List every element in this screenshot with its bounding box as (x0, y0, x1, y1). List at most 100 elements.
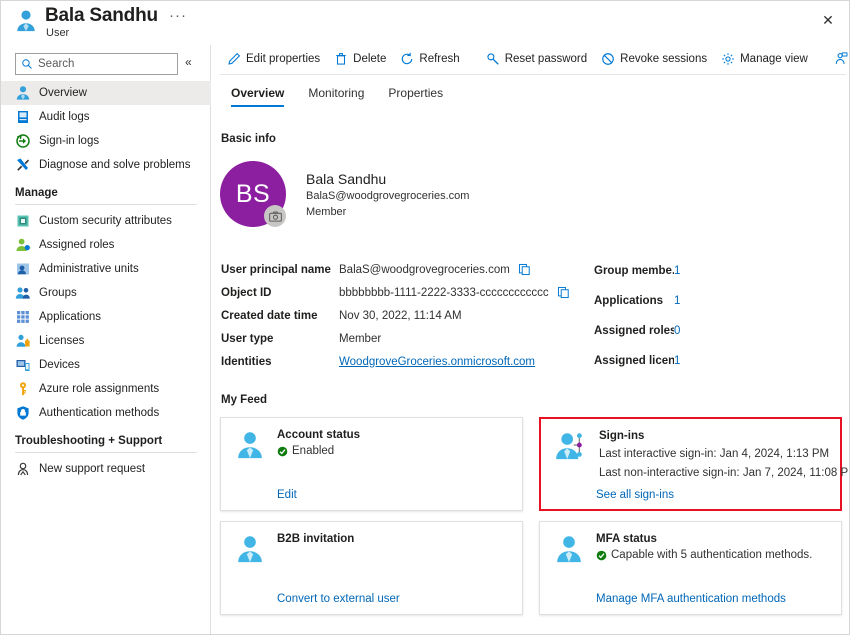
wrench-icon (15, 157, 31, 173)
shield-icon (15, 405, 31, 421)
property-key: User principal name (221, 264, 339, 276)
sidebar-item-label: Overview (39, 87, 87, 99)
sidebar-item-diagnose-and-solve-problems[interactable]: Diagnose and solve problems (1, 153, 211, 177)
sidebar-item-label: Administrative units (39, 263, 139, 275)
copy-icon[interactable] (518, 263, 531, 276)
tab-monitoring[interactable]: Monitoring (296, 83, 376, 109)
count-value[interactable]: 1 (674, 355, 680, 367)
sidebar-item-sign-in-logs[interactable]: Sign-in logs (1, 129, 211, 153)
count-key: Assigned licen... (594, 355, 674, 367)
sidebar-item-new-support-request[interactable]: New support request (1, 457, 211, 481)
sidebar-item-applications[interactable]: Applications (1, 305, 211, 329)
property-key: Object ID (221, 287, 339, 299)
sidebar-nav: Overview Audit logs Sign-in logs (1, 81, 211, 481)
identity-user-type: Member (306, 204, 469, 220)
copy-icon[interactable] (557, 286, 570, 299)
sidebar-item-label: Authentication methods (39, 407, 159, 419)
identities-link[interactable]: WoodgroveGroceries.onmicrosoft.com (339, 356, 535, 368)
sidebar-item-authentication-methods[interactable]: Authentication methods (1, 401, 211, 425)
assigned-roles-icon (15, 237, 31, 253)
custom-security-attributes-icon (15, 213, 31, 229)
user-icon (15, 9, 37, 33)
count-value[interactable]: 1 (674, 265, 680, 277)
see-all-sign-ins-link[interactable]: See all sign-ins (596, 489, 674, 501)
collapse-sidebar-button[interactable]: « (185, 55, 192, 69)
property-row: Object ID bbbbbbbb-1111-2222-3333-cccccc… (221, 281, 551, 304)
card-body: MFA status Capable with 5 authentication… (596, 532, 829, 563)
count-key: Group membe... (594, 265, 674, 277)
search-input[interactable] (38, 58, 168, 70)
edit-link[interactable]: Edit (277, 489, 297, 501)
identity-text: Bala Sandhu BalaS@woodgrovegroceries.com… (306, 171, 469, 220)
got-feedback-button[interactable]: Got feedback? (827, 47, 850, 71)
support-request-icon (15, 461, 31, 477)
change-photo-button[interactable] (264, 205, 286, 227)
counts-list: Group membe... 1 Applications 1 Assigned… (594, 256, 844, 376)
key-reset-icon (486, 52, 500, 66)
refresh-button[interactable]: Refresh (393, 47, 466, 71)
command-label: Revoke sessions (620, 53, 707, 65)
manage-mfa-authentication-methods-link[interactable]: Manage MFA authentication methods (596, 593, 786, 605)
basic-info-heading: Basic info (221, 133, 276, 145)
manage-view-button[interactable]: Manage view (714, 47, 815, 71)
sidebar-item-custom-security-attributes[interactable]: Custom security attributes (1, 209, 211, 233)
card-sign-ins[interactable]: Sign-ins Last interactive sign-in: Jan 4… (539, 417, 842, 511)
sidebar-item-groups[interactable]: Groups (1, 281, 211, 305)
count-row: Applications 1 (594, 286, 844, 316)
refresh-icon (400, 52, 414, 66)
sidebar-item-overview[interactable]: Overview (1, 81, 211, 105)
property-value: Nov 30, 2022, 11:14 AM (339, 310, 462, 322)
tab-overview[interactable]: Overview (221, 83, 296, 109)
card-status: Enabled (277, 444, 510, 459)
feedback-icon (834, 52, 848, 66)
card-title: B2B invitation (277, 532, 510, 547)
command-label: Manage view (740, 53, 808, 65)
card-title: Account status (277, 428, 510, 443)
command-label: Refresh (419, 53, 459, 65)
sign-in-logs-icon (15, 133, 31, 149)
check-circle-icon (277, 446, 288, 457)
reset-password-button[interactable]: Reset password (479, 47, 594, 71)
sidebar-item-label: Diagnose and solve problems (39, 159, 191, 171)
convert-to-external-user-link[interactable]: Convert to external user (277, 593, 400, 605)
last-non-interactive-signin: Last non-interactive sign-in: Jan 7, 202… (599, 464, 828, 483)
edit-properties-button[interactable]: Edit properties (220, 47, 327, 71)
delete-button[interactable]: Delete (327, 47, 393, 71)
search-box[interactable] (15, 53, 178, 75)
last-interactive-signin: Last interactive sign-in: Jan 4, 2024, 1… (599, 445, 828, 464)
properties-list: User principal name BalaS@woodgrovegroce… (221, 258, 551, 373)
count-value[interactable]: 1 (674, 295, 680, 307)
sidebar-divider (15, 452, 197, 453)
sidebar-item-label: Azure role assignments (39, 383, 159, 395)
sidebar-item-audit-logs[interactable]: Audit logs (1, 105, 211, 129)
property-row: Created date time Nov 30, 2022, 11:14 AM (221, 304, 551, 327)
count-row: Group membe... 1 (594, 256, 844, 286)
count-value[interactable]: 0 (674, 325, 680, 337)
devices-icon (15, 357, 31, 373)
sidebar-group-manage-title: Manage (1, 186, 211, 203)
sidebar-item-assigned-roles[interactable]: Assigned roles (1, 233, 211, 257)
licenses-icon (15, 333, 31, 349)
card-title: Sign-ins (599, 429, 828, 444)
card-status-text: Enabled (292, 444, 334, 459)
card-body: Sign-ins Last interactive sign-in: Jan 4… (599, 429, 828, 483)
card-row: B2B invitation Convert to external user … (220, 521, 842, 615)
sidebar-item-devices[interactable]: Devices (1, 353, 211, 377)
person-signins-icon (555, 431, 585, 461)
avatar-wrapper: BS (220, 161, 288, 229)
close-icon[interactable]: ✕ (817, 9, 839, 31)
property-row: Identities WoodgroveGroceries.onmicrosof… (221, 350, 551, 373)
card-account-status[interactable]: Account status Enabled Edit (220, 417, 523, 511)
revoke-sessions-button[interactable]: Revoke sessions (594, 47, 714, 71)
sidebar-item-administrative-units[interactable]: Administrative units (1, 257, 211, 281)
tab-properties[interactable]: Properties (376, 83, 455, 109)
command-bar-divider (220, 74, 846, 75)
card-mfa-status[interactable]: MFA status Capable with 5 authentication… (539, 521, 842, 615)
card-b2b-invitation[interactable]: B2B invitation Convert to external user (220, 521, 523, 615)
more-actions-button[interactable]: ··· (169, 9, 187, 23)
block-icon (601, 52, 615, 66)
sidebar-item-azure-role-assignments[interactable]: Azure role assignments (1, 377, 211, 401)
sidebar-item-licenses[interactable]: Licenses (1, 329, 211, 353)
count-row: Assigned licen... 1 (594, 346, 844, 376)
card-body: Account status Enabled (277, 428, 510, 459)
